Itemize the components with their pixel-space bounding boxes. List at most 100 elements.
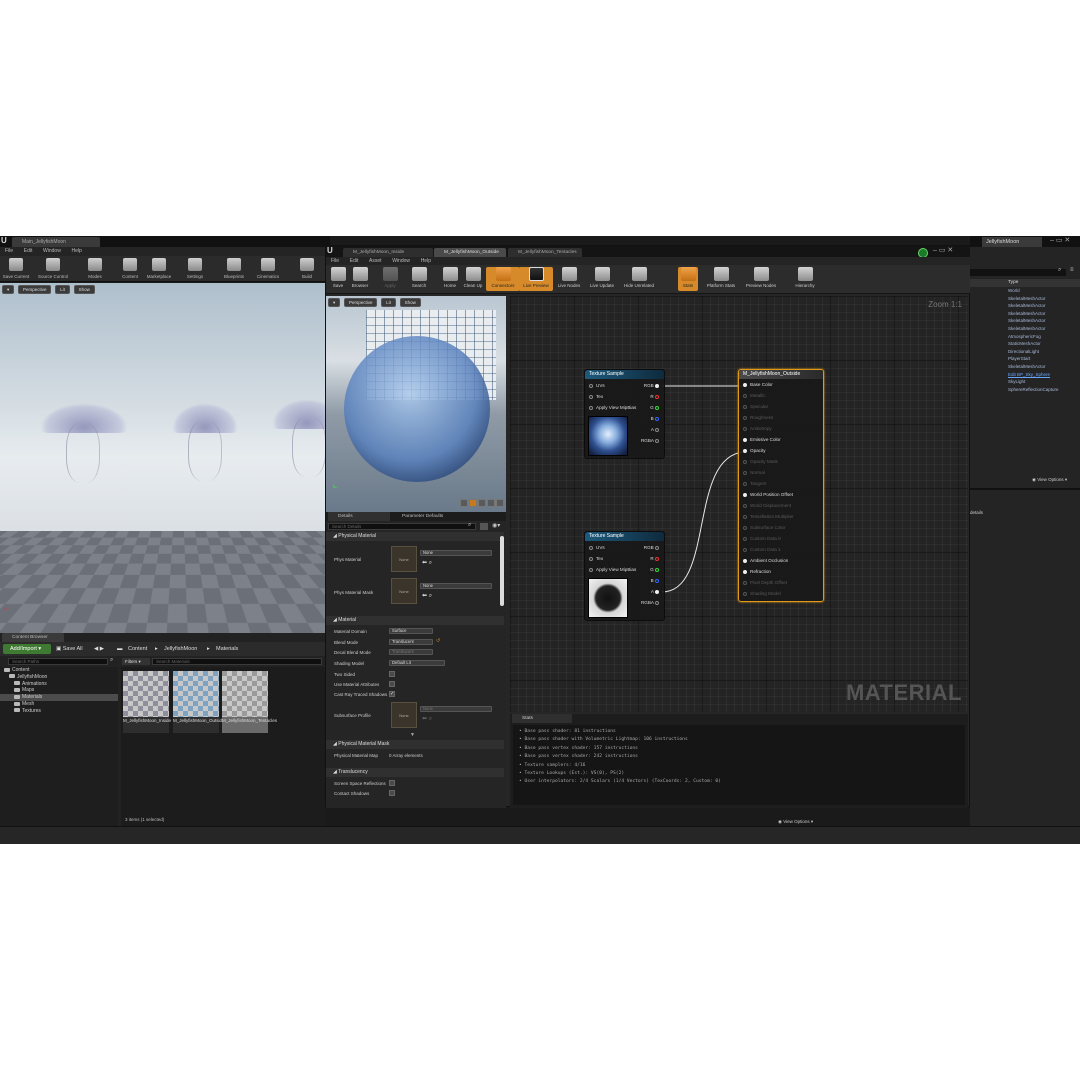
section-physical-material-mask[interactable]: ◢ Physical Material Mask [326,740,504,749]
menu-window[interactable]: Window [43,247,61,256]
stats-tab[interactable]: Stats [512,714,572,723]
hierarchy-button[interactable]: Hierarchy [788,267,822,288]
tab-material-tentacles[interactable]: M_JellyfishMoon_Tentacles [508,248,582,257]
asset-picker-icons[interactable]: ⬅ ⌕ [422,559,432,567]
window-controls[interactable]: – ▭ ✕ [1050,236,1070,244]
show-button[interactable]: Show [73,285,95,294]
pin-metallic[interactable]: Metallic [743,393,766,398]
pin-anisotropy[interactable]: Anisotropy [743,426,772,431]
pin-refraction[interactable]: Refraction [743,569,771,574]
stats-button[interactable]: Stats [678,267,698,291]
subsurface-profile-thumbnail[interactable]: None [391,702,417,728]
pin-specular[interactable]: Specular [743,404,768,409]
expand-advanced-icon[interactable]: ▼ [410,732,415,738]
modes-button[interactable]: Modes [80,258,110,279]
tab-details[interactable]: Details [328,512,390,521]
blueprints-button[interactable]: Blueprints [219,258,249,279]
asset-tile-outside[interactable]: M_JellyfishMoon_Outside [173,671,225,733]
phys-material-mask-dropdown[interactable]: None [420,583,492,589]
type-column-header[interactable]: Type [1008,280,1018,285]
pin-opacity-mask[interactable]: Opacity Mask [743,459,778,464]
pin-rgb[interactable]: RGB [644,545,662,550]
grid-view-icon[interactable] [480,523,488,530]
save-all-button[interactable]: ▣ Save All [56,644,83,654]
build-button[interactable]: Build [292,258,322,279]
preview-perspective-button[interactable]: Perspective [343,298,378,307]
preview-show-button[interactable]: Show [399,298,421,307]
platform-stats-button[interactable]: Platform Stats [704,267,738,288]
tree-item-maps[interactable]: Maps [0,687,118,694]
pin-r[interactable]: R [650,556,662,561]
section-translucency[interactable]: ◢ Translucency [326,768,504,777]
filters-button[interactable]: Filters ▾ [122,658,150,665]
plane-icon[interactable] [478,499,486,507]
breadcrumb-jellyfishmoon[interactable]: JellyfishMoon [164,644,197,654]
asset-tile-inside[interactable]: M_JellyfishMoon_Inside [123,671,171,733]
pin-a[interactable]: A [651,589,662,594]
reset-to-default-icon[interactable]: ↺ [436,638,440,644]
pin-b[interactable]: B [651,578,662,583]
pin-rgba[interactable]: RGBA [641,438,662,443]
preview-lit-button[interactable]: Lit [381,298,396,307]
pin-emissive-color[interactable]: Emissive Color [743,437,781,442]
texture-sample-node-2[interactable]: Texture Sample UVs Tex Apply View MipBia… [584,531,665,621]
pin-apply-view-mipbias[interactable]: Apply View MipBias [589,405,636,410]
browser-button[interactable]: Browser [343,267,377,288]
clean-up-button[interactable]: Clean Up [456,267,490,288]
asset-picker-icons[interactable]: ⬅ ⌕ [422,715,432,723]
content-browser-tab[interactable]: Content Browser [2,633,64,642]
preview-nodes-button[interactable]: Preview Nodes [744,267,778,288]
outliner-search-input[interactable] [970,269,1066,276]
pin-subsurface-color[interactable]: Subsurface Color [743,525,786,530]
source-control-button[interactable]: Source Control [38,258,68,279]
tab-parameter-defaults[interactable]: Parameter Defaults [392,512,472,521]
menu-help[interactable]: Help [72,247,82,256]
shading-model-dropdown[interactable]: Default Lit [389,660,445,666]
pin-r[interactable]: R [650,394,662,399]
pin-pixel-depth-offset[interactable]: Pixel Depth Offset [743,580,787,585]
cinematics-button[interactable]: Cinematics [253,258,283,279]
material-preview-viewport[interactable]: ▾ Perspective Lit Show ⊾ [326,296,506,512]
breadcrumb-content[interactable]: Content [128,644,147,654]
pin-g[interactable]: G [650,405,662,410]
viewport-options-button[interactable]: ▾ [2,285,15,294]
pin-b[interactable]: B [651,416,662,421]
tree-item-jellyfishmoon[interactable]: JellyfishMoon [0,674,118,681]
pin-custom-data-0[interactable]: Custom Data 0 [743,536,781,541]
pin-opacity[interactable]: Opacity [743,448,766,453]
decal-blend-mode-dropdown[interactable]: Translucent [389,649,433,655]
cube-icon[interactable] [487,499,495,507]
pin-custom-data-1[interactable]: Custom Data 1 [743,547,781,552]
sphere-icon[interactable] [469,499,477,507]
pin-shading-model[interactable]: Shading Model [743,591,781,596]
asset-picker-icons[interactable]: ⬅ ⌕ [422,592,432,600]
panel-splitter[interactable] [970,488,1080,490]
use-material-attributes-checkbox[interactable] [389,681,395,687]
blend-mode-dropdown[interactable]: Translucent [389,639,433,645]
breadcrumb-materials[interactable]: Materials [216,644,238,654]
mesh-icon[interactable] [496,499,504,507]
pin-world-position-offset[interactable]: World Position Offset [743,492,793,497]
content-button[interactable]: Content [115,258,145,279]
pin-tessellation-multiplier[interactable]: Tessellation Multiplier [743,514,794,519]
lit-button[interactable]: Lit [55,285,70,294]
screen-space-reflections-checkbox[interactable] [389,780,395,786]
search-paths-input[interactable]: Search Paths [8,658,108,665]
live-nodes-button[interactable]: Live Nodes [552,267,586,288]
search-details-input[interactable]: Search Details [328,523,476,530]
pin-tangent[interactable]: Tangent [743,481,766,486]
tree-item-materials[interactable]: Materials [0,694,118,701]
settings-icon[interactable]: ≡ [1070,267,1074,273]
add-import-button[interactable]: Add/Import ▾ [3,644,51,654]
tree-item-animations[interactable]: Animations [0,681,118,688]
pin-tex[interactable]: Tex [589,556,603,561]
material-domain-dropdown[interactable]: Surface [389,628,433,634]
outliner-type-cell[interactable]: Edit BP_Sky_Sphere [1008,372,1050,377]
section-material[interactable]: ◢ Material [326,616,504,625]
menu-file[interactable]: File [5,247,13,256]
view-options-button[interactable]: ◉ View Options ▾ [1032,477,1067,483]
pin-base-color[interactable]: Base Color [743,382,773,387]
tab-material-outside[interactable]: M_JellyfishMoon_Outside [434,248,506,257]
perspective-button[interactable]: Perspective [17,285,52,294]
pin-uvs[interactable]: UVs [589,383,605,388]
